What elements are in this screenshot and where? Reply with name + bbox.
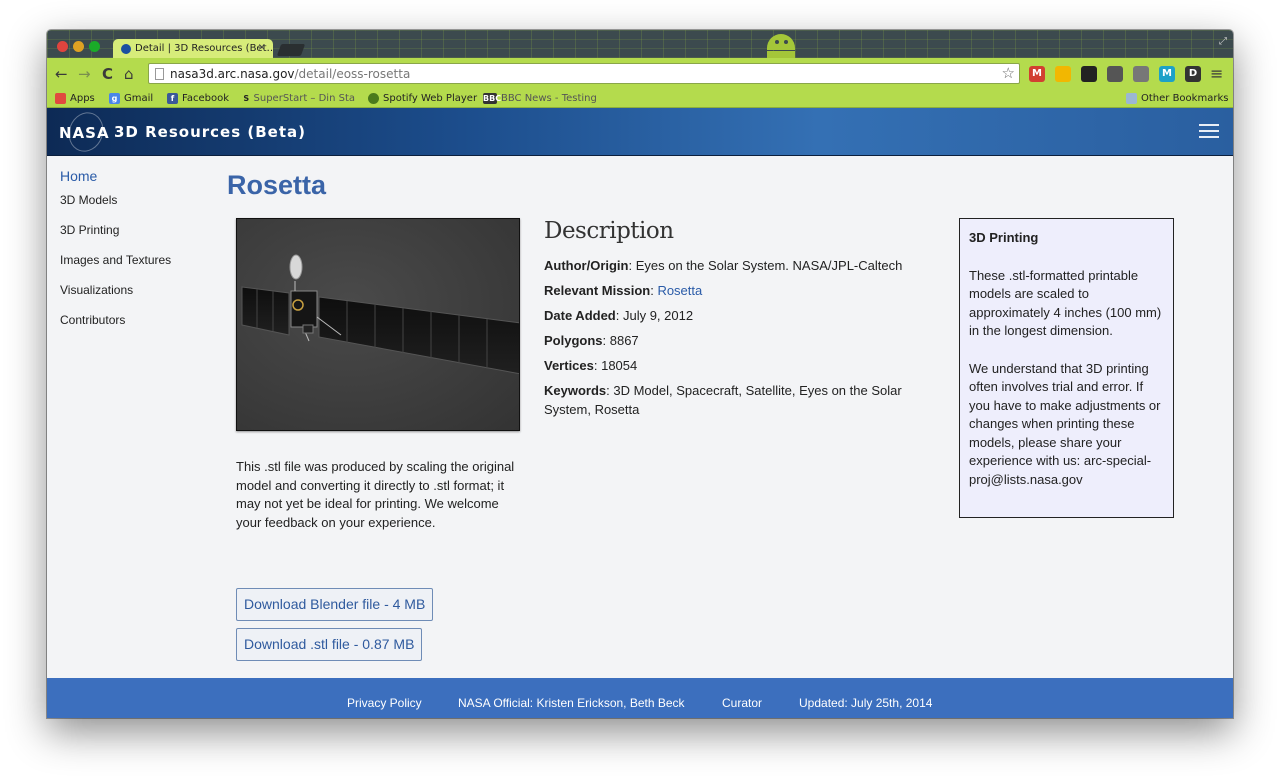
gmail-checker-icon[interactable]: M [1029, 66, 1045, 82]
site-header: NASA 3D Resources (Beta) [47, 107, 1233, 157]
bookmark-bbc-news[interactable]: BBC BBC News - Testing [483, 93, 597, 104]
nav-visualizations[interactable]: Visualizations [60, 283, 171, 313]
nav-images-and-textures[interactable]: Images and Textures [60, 253, 171, 283]
rosetta-model-image [236, 218, 520, 431]
printing-paragraph-1: These .stl-formatted printable models ar… [969, 267, 1162, 339]
site-footer: Privacy Policy NASA Official: Kristen Er… [47, 678, 1233, 718]
marker-extension-icon[interactable]: M [1159, 66, 1175, 82]
printing-heading: 3D Printing [969, 230, 1039, 245]
page-title: Rosetta [227, 170, 327, 200]
back-button[interactable]: ← [55, 64, 68, 84]
bookmarks-bar: Apps g Gmail f Facebook S SuperStart – Din … [47, 90, 1233, 108]
nasa-favicon-icon [121, 44, 131, 54]
browser-tab[interactable]: Detail | 3D Resources (Bet… × [113, 39, 273, 59]
bookmark-gmail[interactable]: g Gmail [109, 93, 153, 104]
description-section: Description Author/Origin: Eyes on the S… [544, 218, 924, 426]
zoom-window-button[interactable] [89, 41, 100, 52]
keywords-row: Keywords: 3D Model, Spacecraft, Satellit… [544, 383, 902, 417]
polygons-row: Polygons: 8867 [544, 333, 639, 348]
author-row: Author/Origin: Eyes on the Solar System.… [544, 258, 903, 273]
3d-printing-info-box: 3D Printing These .stl-formatted printab… [959, 218, 1174, 518]
footer-nasa-official: NASA Official: Kristen Erickson, Beth Be… [458, 696, 685, 710]
bookmark-facebook[interactable]: f Facebook [167, 93, 229, 104]
cast-icon[interactable] [1133, 66, 1149, 82]
google-drive-icon[interactable] [1055, 66, 1071, 82]
bookmark-superstart[interactable]: S SuperStart – Din Sta [243, 93, 355, 104]
owl-extension-icon[interactable] [1081, 66, 1097, 82]
address-bar[interactable]: nasa3d.arc.nasa.gov/detail/eoss-rosetta … [148, 63, 1020, 84]
nasa-logo[interactable]: NASA [57, 107, 109, 157]
footer-curator-link[interactable]: Curator [722, 696, 762, 710]
home-button[interactable]: ⌂ [124, 64, 134, 84]
hamburger-menu-icon[interactable] [1199, 124, 1219, 138]
chrome-menu-icon[interactable]: ≡ [1210, 64, 1223, 84]
folder-icon [1126, 93, 1137, 104]
bbc-icon: BBC [483, 93, 502, 104]
nav-3d-printing[interactable]: 3D Printing [60, 223, 171, 253]
tab-strip: Detail | 3D Resources (Bet… × ⤢ [47, 30, 1233, 59]
footer-privacy-link[interactable]: Privacy Policy [347, 696, 422, 710]
close-window-button[interactable] [57, 41, 68, 52]
bookmark-star-icon[interactable]: ☆ [1002, 64, 1015, 82]
bookmark-apps[interactable]: Apps [55, 93, 95, 104]
tools-extension-icon[interactable] [1107, 66, 1123, 82]
nav-home[interactable]: Home [60, 168, 171, 184]
stl-note: This .stl file was produced by scaling t… [236, 459, 515, 530]
other-bookmarks[interactable]: Other Bookmarks [1126, 93, 1228, 104]
tab-close-icon[interactable]: × [258, 42, 266, 53]
rosetta-spacecraft-render [241, 254, 519, 375]
facebook-icon: f [167, 93, 178, 104]
vertices-row: Vertices: 18054 [544, 358, 638, 373]
side-navigation: Home 3D Models 3D Printing Images and Te… [60, 168, 171, 343]
download-blender-button[interactable]: Download Blender file - 4 MB [236, 588, 434, 621]
new-tab-button[interactable] [276, 44, 306, 56]
date-row: Date Added: July 9, 2012 [544, 308, 694, 323]
download-stl-button[interactable]: Download .stl file - 0.87 MB [236, 628, 423, 661]
forward-button[interactable]: → [78, 64, 91, 84]
minimize-window-button[interactable] [73, 41, 84, 52]
description-heading: Description [544, 218, 674, 244]
tab-title: Detail | 3D Resources (Bet… [135, 43, 273, 54]
android-theme-icon [763, 30, 799, 58]
mission-link[interactable]: Rosetta [657, 283, 702, 298]
nav-contributors[interactable]: Contributors [60, 313, 171, 343]
fullscreen-icon[interactable]: ⤢ [1219, 36, 1227, 47]
apps-grid-icon [55, 93, 66, 104]
url-domain: nasa3d.arc.nasa.gov [170, 67, 295, 81]
site-title[interactable]: 3D Resources (Beta) [114, 123, 306, 141]
footer-updated: Updated: July 25th, 2014 [799, 696, 933, 710]
bookmark-spotify[interactable]: Spotify Web Player [368, 93, 477, 104]
browser-toolbar: ← → C ⌂ nasa3d.arc.nasa.gov/detail/eoss-… [47, 58, 1233, 90]
nav-3d-models[interactable]: 3D Models [60, 193, 171, 223]
google-icon: g [109, 93, 120, 104]
page-icon [155, 68, 164, 80]
spotify-icon [368, 93, 379, 104]
reload-button[interactable]: C [102, 64, 113, 84]
printing-paragraph-2: We understand that 3D printing often inv… [969, 360, 1161, 487]
superstart-icon: S [243, 94, 250, 103]
main-content: Home 3D Models 3D Printing Images and Te… [47, 156, 1233, 678]
browser-window: Detail | 3D Resources (Bet… × ⤢ ← → C ⌂ … [47, 30, 1233, 718]
url-path: /detail/eoss-rosetta [294, 67, 411, 81]
d-extension-icon[interactable]: D [1185, 66, 1201, 82]
mission-row: Relevant Mission: Rosetta [544, 283, 703, 298]
